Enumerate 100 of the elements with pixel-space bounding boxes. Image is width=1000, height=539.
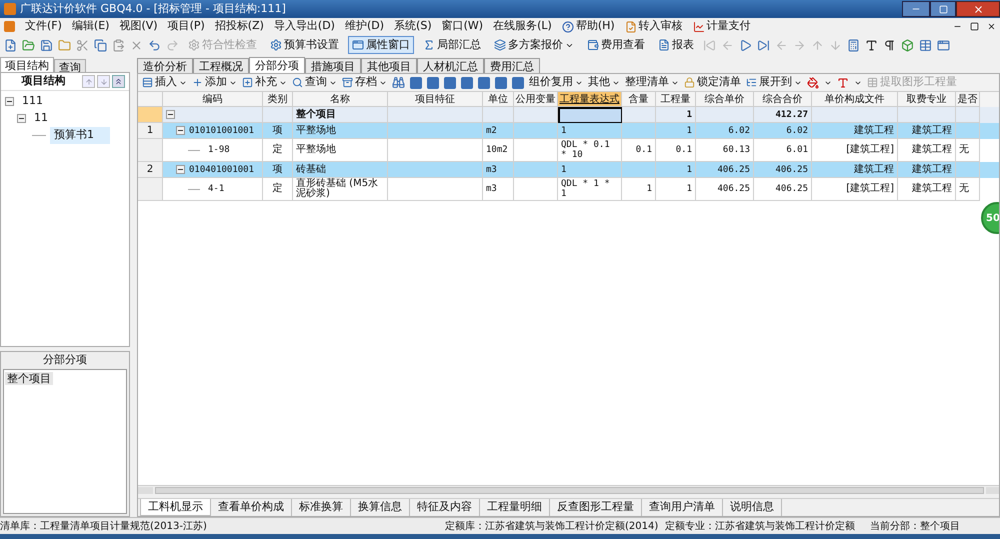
cube-icon[interactable] <box>901 38 914 52</box>
folder-icon[interactable] <box>58 38 71 52</box>
toolbar-button[interactable]: 补充 <box>242 74 287 91</box>
undo-icon[interactable] <box>148 38 161 52</box>
menu-item[interactable]: 窗口(W) <box>442 18 484 35</box>
main-tab[interactable]: 措施项目 <box>305 58 361 73</box>
menu-item[interactable]: 系统(S) <box>394 18 432 35</box>
new-file-icon[interactable] <box>4 38 17 52</box>
toolbar-icon[interactable] <box>461 76 473 88</box>
panel-tab[interactable]: 项目结构 <box>0 57 54 72</box>
tree-item[interactable]: 预算书1 <box>50 127 110 144</box>
delete-icon[interactable] <box>130 38 143 52</box>
tree-item[interactable]: 11 <box>30 110 52 127</box>
restore-button[interactable] <box>930 1 956 17</box>
close-button[interactable] <box>956 1 1000 17</box>
pilcrow-icon[interactable] <box>883 38 896 52</box>
restore-icon[interactable] <box>970 22 979 31</box>
bottom-tab[interactable]: 特征及内容 <box>410 499 480 516</box>
toolbar-button[interactable]: 查询 <box>292 74 337 91</box>
table-icon[interactable] <box>919 38 932 52</box>
main-tab[interactable]: 其他项目 <box>361 58 417 73</box>
close-icon <box>972 4 984 14</box>
menu-item[interactable]: 招投标(Z) <box>214 18 264 35</box>
toolbar-icon[interactable] <box>478 76 490 88</box>
menu-item[interactable]: 计量支付 <box>692 18 751 35</box>
menu-item[interactable]: 转入审核 <box>624 18 683 35</box>
calculator-icon[interactable] <box>847 38 860 52</box>
collapse-box-icon[interactable] <box>5 97 14 106</box>
collapse-box-icon[interactable] <box>176 126 185 135</box>
main-tab[interactable]: 分部分项 <box>249 57 305 73</box>
toolbar-icon[interactable] <box>444 76 456 88</box>
toolbar-icon[interactable] <box>410 76 422 88</box>
table-row[interactable]: 整个项目 1 412.27 <box>138 107 999 123</box>
bottom-tab[interactable]: 查看单价构成 <box>211 499 292 516</box>
toolbar-button[interactable]: 费用查看 <box>583 36 649 54</box>
toolbar-button[interactable]: 其他 <box>588 74 620 91</box>
menu-item[interactable]: 视图(V) <box>119 18 158 35</box>
bottom-tab[interactable]: 反查图形工程量 <box>550 499 642 516</box>
close-icon[interactable] <box>987 22 996 31</box>
window-icon[interactable] <box>937 38 950 52</box>
toolbar-button[interactable]: 报表 <box>654 36 698 54</box>
menu-item[interactable]: 帮助(H) <box>562 18 615 35</box>
horizontal-scrollbar[interactable] <box>138 485 999 494</box>
toolbar-icon[interactable] <box>427 76 439 88</box>
main-tab[interactable]: 造价分析 <box>137 58 193 73</box>
cut-icon[interactable] <box>76 38 89 52</box>
bottom-tab[interactable]: 查询用户清单 <box>642 499 723 516</box>
report-icon <box>658 39 670 51</box>
toolbar-icon[interactable] <box>495 76 507 88</box>
toolbar-icon[interactable] <box>512 76 524 88</box>
toolbar-button[interactable]: 多方案报价 <box>490 36 578 54</box>
panel-tab[interactable]: 查询 <box>54 59 86 72</box>
table-row[interactable]: 1 010101001001 项 平整场地 m2 1 1 6.02 6.02 建筑工程 建筑工程 <box>138 123 999 139</box>
bottom-tab[interactable]: 工料机显示 <box>140 499 211 516</box>
row-header[interactable]: 2 <box>138 162 163 178</box>
active-cell[interactable] <box>558 107 622 123</box>
toolbar-button[interactable]: 整理清单 <box>625 74 679 91</box>
table-cell: 406.25 <box>717 184 750 194</box>
toolbar-button[interactable]: 添加 <box>192 74 237 91</box>
font-color-icon[interactable] <box>837 76 849 88</box>
main-tab[interactable]: 工程概况 <box>193 58 249 73</box>
toolbar-button[interactable]: 存档 <box>342 74 387 91</box>
toolbar-button[interactable]: 锁定清单 <box>684 74 741 91</box>
save-icon[interactable] <box>40 38 53 52</box>
toolbar-button[interactable]: 局部汇总 <box>419 36 485 54</box>
toolbar-button[interactable]: 组价复用 <box>529 74 583 91</box>
scroll-thumb[interactable] <box>155 486 984 494</box>
row-header[interactable]: 1 <box>138 123 163 139</box>
bottom-tab[interactable]: 换算信息 <box>351 499 410 516</box>
binoculars-icon[interactable] <box>392 76 405 89</box>
next-icon[interactable] <box>739 38 752 52</box>
main-tab[interactable]: 人材机汇总 <box>417 58 484 73</box>
bottom-tab[interactable]: 工程量明细 <box>480 499 550 516</box>
tree-item[interactable]: 111 <box>18 93 47 110</box>
toolbar-button[interactable]: 插入 <box>142 74 187 91</box>
fill-color-icon[interactable] <box>807 76 819 88</box>
column-header[interactable]: 工程量表达式 <box>558 92 622 107</box>
menu-item[interactable]: 维护(D) <box>344 18 384 35</box>
menu-item[interactable]: 文件(F) <box>25 18 62 35</box>
list-item[interactable]: 整个项目 <box>5 372 53 385</box>
toolbar-button[interactable]: 展开到 <box>746 74 802 91</box>
table-row[interactable]: 2 010401001001 项 砖基础 m3 1 1 406.25 406.25 建筑工程 建筑工程 <box>138 162 999 178</box>
menu-item[interactable]: 项目(P) <box>168 18 205 35</box>
collapse-box-icon[interactable] <box>176 165 185 174</box>
collapse-box-icon[interactable] <box>17 114 26 123</box>
menu-item[interactable]: 导入导出(D) <box>274 18 335 35</box>
main-tab[interactable]: 费用汇总 <box>484 58 540 73</box>
collapse-button[interactable] <box>112 75 125 88</box>
paste-icon[interactable] <box>112 38 125 52</box>
last-icon[interactable] <box>757 38 770 52</box>
open-folder-icon[interactable] <box>22 38 35 52</box>
minimize-button[interactable] <box>902 1 930 17</box>
bottom-tab[interactable]: 标准换算 <box>292 499 351 516</box>
collapse-box-icon[interactable] <box>166 110 175 119</box>
bottom-tab[interactable]: 说明信息 <box>723 499 782 516</box>
toolbar-button[interactable]: 预算书设置 <box>266 36 343 54</box>
menu-item[interactable]: 在线服务(L) <box>493 18 552 35</box>
menu-item[interactable]: 编辑(E) <box>72 18 110 35</box>
copy-icon[interactable] <box>94 38 107 52</box>
toolbar-button[interactable]: 属性窗口 <box>348 36 414 54</box>
